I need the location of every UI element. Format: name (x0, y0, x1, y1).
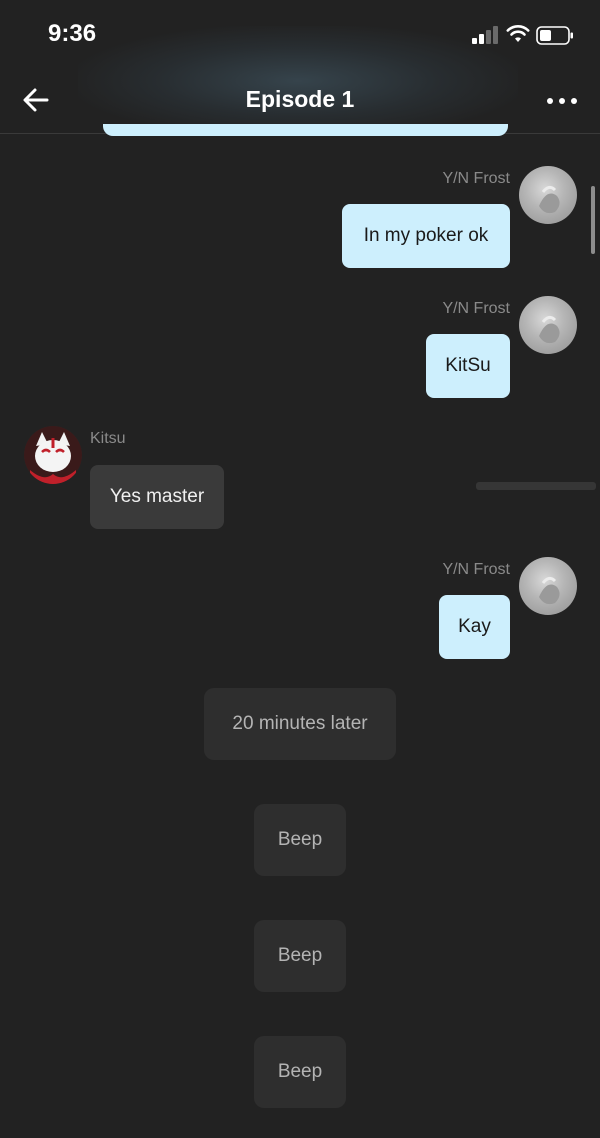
narration-bubble: Beep (254, 804, 346, 876)
more-dots-icon[interactable] (546, 96, 578, 106)
page-title: Episode 1 (245, 86, 355, 112)
scrollbar[interactable] (591, 186, 595, 254)
message-sender: Y/N Frost (442, 561, 510, 578)
narration-bubble: Beep (254, 920, 346, 992)
header-cover-glow (78, 26, 518, 136)
avatar[interactable] (24, 426, 82, 484)
previous-message-bubble (103, 124, 508, 136)
message-bubble: KitSu (426, 334, 510, 398)
message-sender: Kitsu (90, 430, 126, 447)
message-bubble: In my poker ok (342, 204, 510, 268)
message-sender: Y/N Frost (442, 300, 510, 317)
avatar[interactable] (519, 296, 577, 354)
message-sender: Y/N Frost (442, 170, 510, 187)
message-bubble: Yes master (90, 465, 224, 529)
avatar[interactable] (519, 557, 577, 615)
avatar[interactable] (519, 166, 577, 224)
narration-bubble: 20 minutes later (204, 688, 396, 760)
faint-background-text (476, 482, 596, 490)
message-bubble: Kay (439, 595, 510, 659)
battery-icon (536, 26, 573, 45)
narration-bubble: Beep (254, 1036, 346, 1108)
